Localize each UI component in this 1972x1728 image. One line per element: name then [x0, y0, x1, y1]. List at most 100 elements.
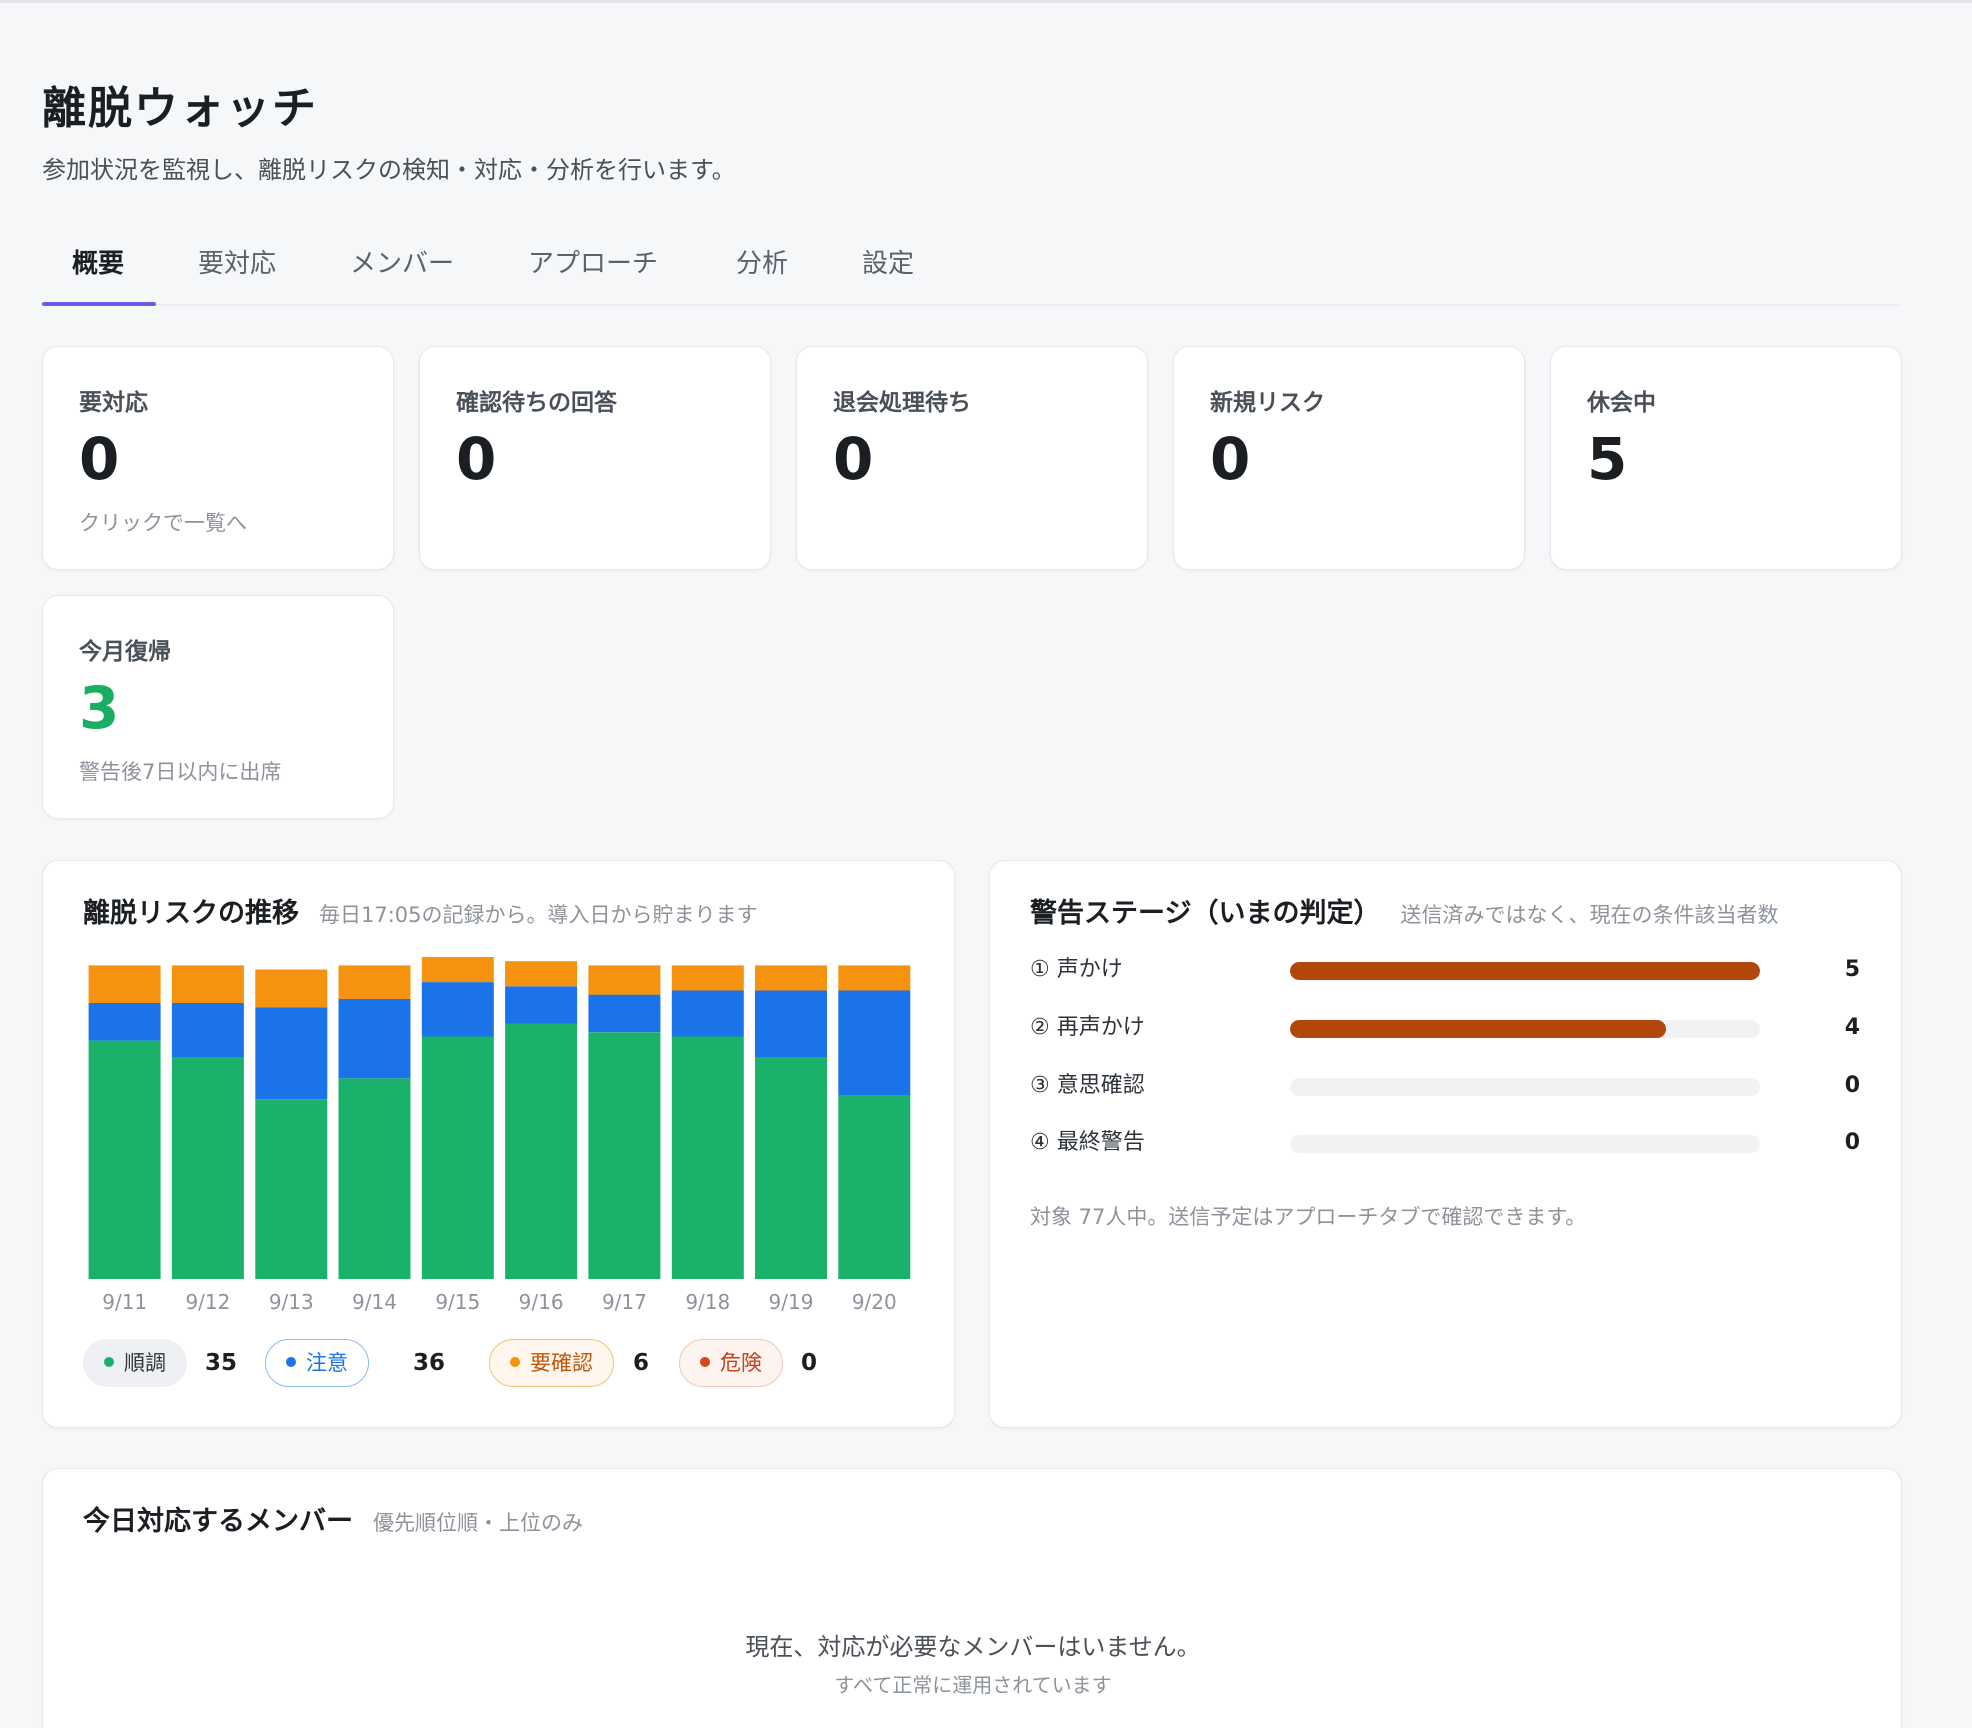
stacked-bar-chart: 9/11 9/12 9/13 9/14 9/15 9/16 9/17 9/18 9/19 9/20 [88, 957, 911, 1314]
bar-segment [171, 1003, 244, 1058]
tab-settings[interactable]: 設定 [862, 236, 914, 306]
stat-label: 今月復帰 [79, 639, 171, 665]
tab-bar: 概要 要対応 メンバー アプローチ 分析 設定 [42, 236, 1902, 306]
stat-card-pending-answers[interactable]: 確認待ちの回答 0 [419, 346, 771, 570]
stage-bar-fill [1290, 1020, 1666, 1038]
stat-value: 0 [1210, 425, 1251, 493]
stat-card-returned-this-month[interactable]: 今月復帰 3 警告後7日以内に出席 [42, 595, 394, 819]
stage-subtitle: 送信済みではなく、現在の条件該当者数 [1400, 903, 1779, 927]
stage-title: 警告ステージ（いまの判定） [1030, 898, 1381, 929]
bar-segment [755, 1057, 827, 1279]
stage-count: 0 [1844, 1130, 1860, 1155]
stage-count: 5 [1844, 957, 1860, 982]
top-border [0, 0, 1972, 3]
today-members-panel: 今日対応するメンバー 優先順位順・上位のみ 現在、対応が必要なメンバーはいません。… [42, 1468, 1902, 1728]
today-subtitle: 優先順位順・上位のみ [373, 1511, 583, 1535]
bar-segment [588, 965, 661, 995]
bar-segment [671, 965, 744, 991]
stat-label: 確認待ちの回答 [456, 390, 617, 416]
bar-segment [838, 1095, 911, 1279]
bar-segment [255, 1099, 328, 1279]
stage-bar-track [1290, 1020, 1760, 1038]
stat-value: 0 [79, 425, 120, 493]
legend-label: 要確認 [530, 1351, 593, 1375]
stage-label: ④ 最終警告 [1030, 1130, 1145, 1155]
stat-label: 要対応 [79, 390, 148, 416]
bar-segment [421, 982, 494, 1037]
legend-label: 注意 [306, 1351, 348, 1375]
blue-dot-icon [286, 1357, 296, 1367]
bar-segment [88, 1040, 161, 1279]
x-tick-label: 9/14 [352, 1290, 397, 1314]
legend-count: 6 [633, 1350, 650, 1376]
page-subtitle: 参加状況を監視し、離脱リスクの検知・対応・分析を行います。 [42, 156, 736, 184]
bar-segment [255, 1007, 328, 1100]
page-title: 離脱ウォッチ [42, 83, 318, 134]
active-tab-indicator [42, 302, 156, 306]
x-tick-label: 9/17 [602, 1290, 647, 1314]
red-dot-icon [700, 1357, 710, 1367]
stage-bar-track [1290, 1135, 1760, 1153]
legend-pill-danger[interactable]: 危険 [679, 1339, 783, 1387]
legend-pill-caution[interactable]: 注意 [265, 1339, 369, 1387]
bar-segment [171, 1057, 244, 1279]
stat-note: クリックで一覧へ [79, 511, 247, 535]
tab-overview[interactable]: 概要 [72, 236, 124, 306]
bar-segment [255, 969, 328, 1008]
stage-bar-fill [1290, 962, 1760, 980]
bar-segment [755, 965, 827, 991]
bar-segment [421, 957, 494, 983]
empty-state-message: 現在、対応が必要なメンバーはいません。 [745, 1633, 1201, 1661]
empty-state-submessage: すべて正常に運用されています [834, 1673, 1112, 1697]
stat-note: 警告後7日以内に出席 [79, 760, 282, 784]
x-tick-label: 9/11 [102, 1290, 147, 1314]
stage-label: ① 声かけ [1030, 957, 1123, 982]
x-tick-label: 9/20 [852, 1290, 897, 1314]
bar-segment [88, 965, 161, 1003]
tab-approach[interactable]: アプローチ [528, 236, 658, 306]
bar-segment [838, 965, 911, 991]
tab-members[interactable]: メンバー [350, 236, 454, 306]
stat-card-on-leave[interactable]: 休会中 5 [1550, 346, 1902, 570]
tab-action-required[interactable]: 要対応 [198, 236, 276, 306]
x-tick-label: 9/12 [185, 1290, 230, 1314]
stat-label: 新規リスク [1210, 390, 1325, 416]
legend-label: 順調 [124, 1351, 166, 1375]
stat-card-action-required[interactable]: 要対応 0 クリックで一覧へ [42, 346, 394, 570]
legend-label: 危険 [720, 1351, 762, 1375]
bar-segment [421, 1036, 494, 1279]
bar-segment [838, 990, 911, 1095]
stage-note: 対象 77人中。送信予定はアプローチタブで確認できます。 [1030, 1205, 1587, 1229]
warning-stage-panel: 警告ステージ（いまの判定） 送信済みではなく、現在の条件該当者数 ① 声かけ 5 … [989, 860, 1902, 1428]
bar-segment [338, 998, 411, 1079]
green-dot-icon [104, 1357, 114, 1367]
today-title: 今日対応するメンバー [83, 1506, 353, 1537]
x-tick-label: 9/18 [685, 1290, 730, 1314]
bar-segment [588, 1032, 661, 1279]
x-tick-label: 9/16 [519, 1290, 564, 1314]
stage-bar-track [1290, 962, 1760, 980]
bar-segment [171, 965, 244, 1003]
legend-pill-ok[interactable]: 順調 [83, 1339, 187, 1387]
stage-count: 4 [1844, 1015, 1860, 1040]
stat-card-withdrawal-pending[interactable]: 退会処理待ち 0 [796, 346, 1148, 570]
panel-title: 今日対応するメンバー 優先順位順・上位のみ [83, 1499, 583, 1538]
stage-label: ② 再声かけ [1030, 1015, 1145, 1040]
stage-row: ③ 意思確認 0 [1030, 1071, 1860, 1101]
stage-count: 0 [1844, 1073, 1860, 1098]
risk-trend-panel: 離脱リスクの推移 毎日17:05の記録から。導入日から貯まります 9/11 9/12… [42, 860, 955, 1428]
stat-label: 退会処理待ち [833, 390, 971, 416]
stage-row: ① 声かけ 5 [1030, 955, 1860, 985]
bar-segment [588, 994, 661, 1033]
bar-segment [505, 1023, 578, 1279]
panel-title: 警告ステージ（いまの判定） 送信済みではなく、現在の条件該当者数 [1030, 891, 1778, 930]
legend-pill-check[interactable]: 要確認 [489, 1339, 614, 1387]
stat-value: 5 [1587, 425, 1628, 493]
x-tick-label: 9/19 [769, 1290, 814, 1314]
bar-segment [338, 965, 411, 999]
stat-card-new-risk[interactable]: 新規リスク 0 [1173, 346, 1525, 570]
bar-segment [671, 1036, 744, 1279]
tab-analysis[interactable]: 分析 [736, 236, 788, 306]
legend-count: 36 [413, 1350, 446, 1376]
legend-count: 0 [801, 1350, 818, 1376]
